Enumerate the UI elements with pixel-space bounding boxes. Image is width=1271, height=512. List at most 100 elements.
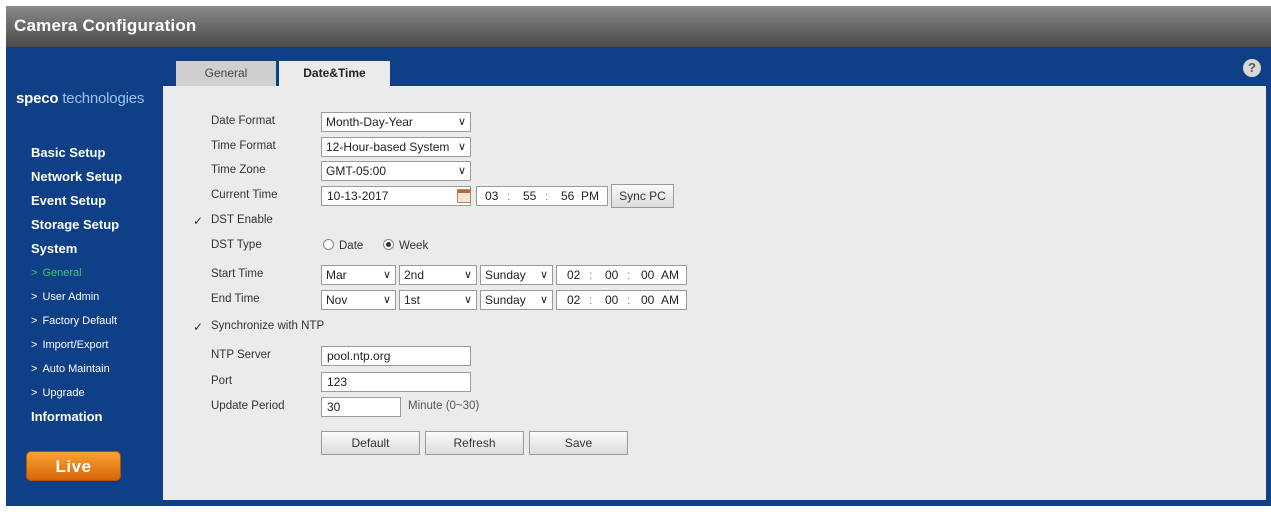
nav-sub-auto-maintain[interactable]: > Auto Maintain — [6, 357, 163, 381]
sidebar: speco technologies Basic Setup Network S… — [6, 47, 163, 506]
nav-event-setup[interactable]: Event Setup — [6, 189, 163, 213]
time-zone-label: Time Zone — [211, 164, 266, 176]
end-time-input[interactable]: 02 : 00 : 00 AM — [556, 290, 687, 310]
radio-circle-icon — [323, 239, 334, 250]
start-week-select[interactable]: 2nd ∨ — [399, 265, 477, 285]
end-day-value: Sunday — [485, 293, 526, 307]
start-month-select[interactable]: Mar ∨ — [321, 265, 396, 285]
default-button[interactable]: Default — [321, 431, 420, 455]
nav-sub-general[interactable]: > General — [6, 261, 163, 285]
window-title: Camera Configuration — [6, 6, 1271, 47]
dst-type-label: DST Type — [211, 239, 262, 251]
update-period-unit: Minute (0~30) — [408, 400, 480, 412]
help-icon[interactable]: ? — [1243, 59, 1261, 77]
ntp-server-input[interactable]: pool.ntp.org — [321, 346, 471, 366]
time-format-select[interactable]: 12-Hour-based System ∨ — [321, 137, 471, 157]
chevron-down-icon: ∨ — [463, 269, 472, 281]
chevron-down-icon: ∨ — [539, 269, 548, 281]
chevron-down-icon: ∨ — [457, 141, 466, 153]
chevron-right-icon: > — [31, 387, 38, 399]
time-separator: : — [507, 189, 511, 203]
nav-sub-label: User Admin — [42, 291, 100, 303]
sync-pc-button[interactable]: Sync PC — [611, 184, 674, 208]
app-frame: Camera Configuration speco technologies … — [6, 6, 1271, 506]
start-day-select[interactable]: Sunday ∨ — [480, 265, 553, 285]
end-week-value: 1st — [404, 293, 421, 307]
logo-brand: speco — [16, 90, 59, 107]
calendar-icon[interactable] — [457, 189, 471, 203]
end-month-value: Nov — [326, 293, 348, 307]
ntp-server-label: NTP Server — [211, 349, 271, 361]
start-time-label: Start Time — [211, 268, 264, 280]
port-label: Port — [211, 375, 233, 387]
nav-storage-setup[interactable]: Storage Setup — [6, 213, 163, 237]
dst-enable-checkbox[interactable]: ✓ DST Enable — [193, 214, 273, 228]
nav-sub-label: Upgrade — [42, 387, 85, 399]
current-hour: 03 — [485, 189, 499, 203]
dst-type-date-radio[interactable]: Date — [323, 239, 363, 252]
end-hour: 02 — [567, 293, 581, 307]
dst-type-week-label: Week — [399, 240, 429, 252]
tab-general[interactable]: General — [176, 61, 276, 86]
refresh-button[interactable]: Refresh — [425, 431, 524, 455]
nav-sub-upgrade[interactable]: > Upgrade — [6, 381, 163, 405]
start-time-input[interactable]: 02 : 00 : 00 AM — [556, 265, 687, 285]
nav-basic-setup[interactable]: Basic Setup — [6, 141, 163, 165]
time-zone-select[interactable]: GMT-05:00 ∨ — [321, 161, 471, 181]
nav-sub-import-export[interactable]: > Import/Export — [6, 333, 163, 357]
start-hour: 02 — [567, 268, 581, 282]
start-second: 00 — [641, 268, 655, 282]
chevron-down-icon: ∨ — [457, 116, 466, 128]
dst-type-date-label: Date — [339, 240, 364, 252]
port-input[interactable]: 123 — [321, 372, 471, 392]
nav-network-setup[interactable]: Network Setup — [6, 165, 163, 189]
live-button[interactable]: Live — [26, 451, 121, 481]
date-format-label: Date Format — [211, 115, 275, 127]
time-separator: : — [589, 268, 593, 282]
time-separator: : — [545, 189, 549, 203]
time-separator: : — [627, 268, 631, 282]
current-minute: 55 — [523, 189, 537, 203]
nav-system[interactable]: System — [6, 237, 163, 261]
end-minute: 00 — [605, 293, 619, 307]
chevron-down-icon: ∨ — [382, 269, 391, 281]
chevron-right-icon: > — [31, 315, 38, 327]
save-button[interactable]: Save — [529, 431, 628, 455]
time-separator: : — [589, 293, 593, 307]
nav-sub-label: Import/Export — [42, 339, 109, 351]
date-format-select[interactable]: Month-Day-Year ∨ — [321, 112, 471, 132]
dst-type-week-radio[interactable]: Week — [383, 239, 428, 252]
chevron-right-icon: > — [31, 339, 38, 351]
time-format-value: 12-Hour-based System — [326, 140, 450, 154]
update-period-input[interactable]: 30 — [321, 397, 401, 417]
start-minute: 00 — [605, 268, 619, 282]
check-icon: ✓ — [193, 320, 204, 334]
chevron-down-icon: ∨ — [382, 294, 391, 306]
ntp-sync-checkbox[interactable]: ✓ Synchronize with NTP — [193, 320, 324, 334]
chevron-down-icon: ∨ — [463, 294, 472, 306]
end-ampm: AM — [661, 293, 679, 307]
time-zone-value: GMT-05:00 — [326, 164, 387, 178]
chevron-right-icon: > — [31, 291, 38, 303]
nav-sub-user-admin[interactable]: > User Admin — [6, 285, 163, 309]
nav-sub-label: Factory Default — [42, 315, 118, 327]
current-date-input[interactable]: 10-13-2017 — [321, 186, 471, 206]
current-ampm: PM — [581, 189, 599, 203]
current-time-input[interactable]: 03 : 55 : 56 PM — [476, 186, 608, 206]
nav-information[interactable]: Information — [6, 405, 163, 429]
end-day-select[interactable]: Sunday ∨ — [480, 290, 553, 310]
chevron-right-icon: > — [31, 363, 38, 375]
chevron-right-icon: > — [31, 267, 38, 279]
chevron-down-icon: ∨ — [539, 294, 548, 306]
logo-suffix: technologies — [62, 90, 145, 107]
current-second: 56 — [561, 189, 575, 203]
start-month-value: Mar — [326, 268, 347, 282]
nav-sub-factory-default[interactable]: > Factory Default — [6, 309, 163, 333]
end-month-select[interactable]: Nov ∨ — [321, 290, 396, 310]
date-format-value: Month-Day-Year — [326, 115, 413, 129]
start-ampm: AM — [661, 268, 679, 282]
radio-selected-icon — [383, 239, 394, 250]
end-week-select[interactable]: 1st ∨ — [399, 290, 477, 310]
tab-datetime[interactable]: Date&Time — [279, 61, 390, 86]
time-format-label: Time Format — [211, 140, 276, 152]
